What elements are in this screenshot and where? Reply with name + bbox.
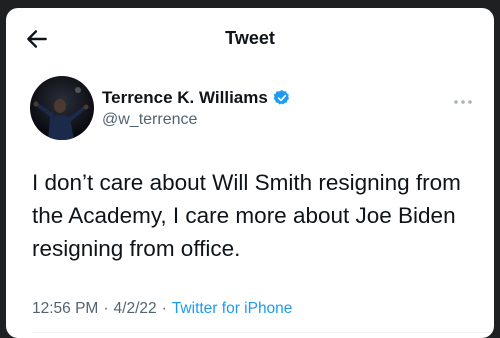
more-horizontal-icon xyxy=(454,100,472,104)
avatar-image xyxy=(33,87,89,140)
author-handle[interactable]: @w_terrence xyxy=(102,111,291,129)
tweet-text: I don’t care about Will Smith resigning … xyxy=(32,170,461,261)
header-bar: Tweet xyxy=(6,8,494,68)
tweet-metadata: 12:56 PM · 4/2/22 · Twitter for iPhone xyxy=(32,300,292,318)
page-title: Tweet xyxy=(225,28,275,48)
tweet-date[interactable]: 4/2/22 xyxy=(114,300,157,317)
meta-separator: · xyxy=(161,300,167,317)
author-name-row: Terrence K. Williams xyxy=(102,88,291,108)
meta-separator: · xyxy=(103,300,109,317)
verified-badge-icon xyxy=(273,89,291,107)
tweet-author[interactable]: Terrence K. Williams @w_terrence xyxy=(102,88,291,129)
tweet-source-link[interactable]: Twitter for iPhone xyxy=(172,300,293,317)
more-options-button[interactable] xyxy=(452,94,474,104)
tweet-time[interactable]: 12:56 PM xyxy=(32,300,98,317)
tweet-detail-card: Tweet Terrence K. Williams @w_terrence I… xyxy=(6,8,494,338)
author-display-name[interactable]: Terrence K. Williams xyxy=(102,88,268,108)
avatar[interactable] xyxy=(30,76,94,140)
